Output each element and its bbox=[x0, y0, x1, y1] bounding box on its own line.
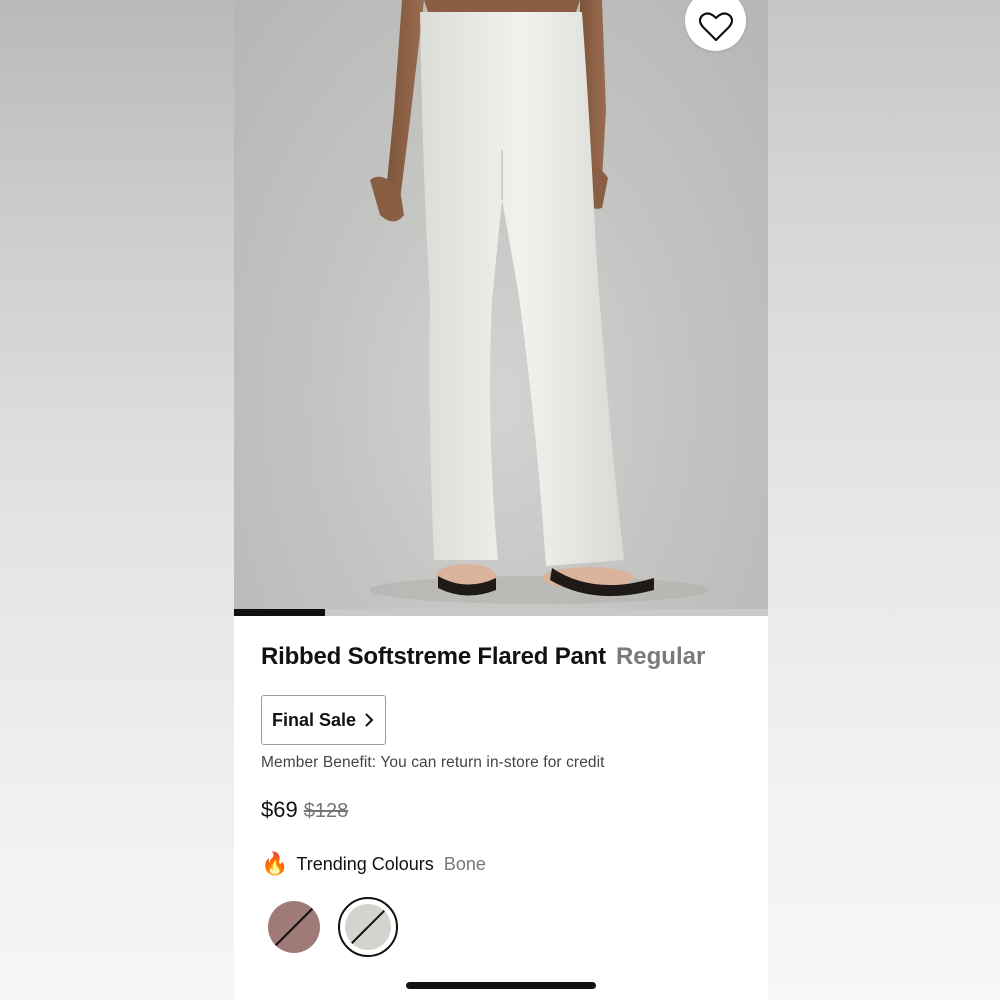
gallery-progress-fill bbox=[234, 609, 325, 616]
chevron-right-icon bbox=[364, 712, 374, 728]
colour-swatch-selected[interactable] bbox=[338, 897, 398, 957]
selected-colour-name: Bone bbox=[443, 853, 486, 874]
heart-icon bbox=[698, 11, 733, 41]
fit-label: Regular bbox=[615, 643, 706, 670]
price-original: $128 bbox=[303, 800, 349, 822]
product-title-row: Ribbed Softstreme Flared Pant Regular bbox=[261, 643, 751, 671]
swatch-fill bbox=[345, 904, 391, 950]
fire-icon: 🔥 bbox=[261, 851, 289, 876]
trending-colours-row: 🔥 Trending Colours Bone bbox=[261, 853, 486, 875]
product-page: Ribbed Softstreme Flared Pant Regular Fin… bbox=[234, 0, 768, 1000]
gallery-progress bbox=[234, 609, 768, 616]
product-image[interactable] bbox=[234, 0, 768, 616]
background-blur-left bbox=[0, 0, 234, 1000]
final-sale-label: Final Sale bbox=[272, 709, 357, 730]
model-photo bbox=[369, 0, 709, 604]
price-current: $69 bbox=[261, 797, 298, 822]
trending-label: Trending Colours bbox=[296, 853, 434, 874]
background-blur-right bbox=[768, 0, 1000, 1000]
member-benefit-text: Member Benefit: You can return in-store … bbox=[261, 754, 605, 771]
product-title: Ribbed Softstreme Flared Pant bbox=[261, 643, 606, 670]
colour-swatches bbox=[264, 897, 412, 957]
colour-swatch[interactable] bbox=[264, 897, 324, 957]
home-indicator[interactable] bbox=[406, 982, 596, 989]
swatch-fill bbox=[268, 901, 320, 953]
price-row: $69 $128 bbox=[261, 797, 348, 823]
final-sale-button[interactable]: Final Sale bbox=[261, 695, 386, 745]
